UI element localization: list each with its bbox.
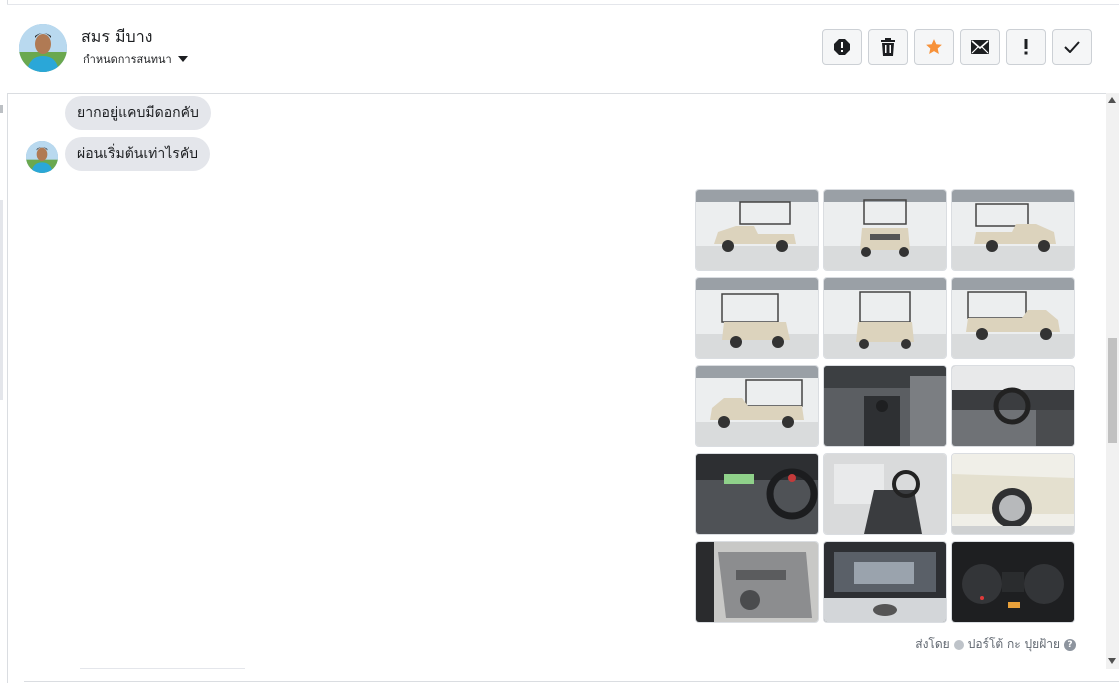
instrument-cluster-photo[interactable] xyxy=(951,541,1075,623)
help-icon[interactable]: ? xyxy=(1064,638,1076,651)
conversation-header: สมร มีบาง กำหนดการสนทนา xyxy=(7,4,1119,94)
photo-gallery xyxy=(695,189,1075,623)
contact-avatar[interactable] xyxy=(19,24,67,72)
agent-name[interactable]: ปอร์โต้ กะ ปุยฝ้าย xyxy=(968,635,1060,654)
car-photo-left-side[interactable] xyxy=(695,365,819,447)
engine-bay-photo[interactable] xyxy=(823,541,947,623)
mail-icon xyxy=(971,40,989,54)
delete-button[interactable] xyxy=(868,29,908,65)
message-bubble: ผ่อนเริ่มต้นเท่าไรคับ xyxy=(65,137,211,171)
message-thread: ยากอยู่แคบมีดอกคับ ผ่อนเริ่มต้นเท่าไรคับ xyxy=(7,93,1106,669)
conversation-actions xyxy=(822,29,1092,65)
exclamation-icon xyxy=(1024,39,1028,55)
spam-icon xyxy=(834,39,850,55)
bottom-divider xyxy=(24,681,1119,682)
car-photo-front-left[interactable] xyxy=(695,189,819,271)
scroll-down-arrow-icon[interactable] xyxy=(1108,658,1116,664)
assign-label: กำหนดการสนทนา xyxy=(83,53,172,66)
sent-by-info: ส่งโดย ปอร์โต้ กะ ปุยฝ้าย ? xyxy=(915,635,1076,654)
left-edge-scroll-track xyxy=(0,200,3,400)
car-photo-wheel[interactable] xyxy=(951,453,1075,535)
sent-by-label: ส่งโดย xyxy=(915,637,950,651)
check-icon xyxy=(1064,41,1080,53)
car-photo-front[interactable] xyxy=(823,189,947,271)
car-photo-front-right[interactable] xyxy=(951,189,1075,271)
mark-spam-button[interactable] xyxy=(822,29,862,65)
message-bubble: ยากอยู่แคบมีดอกคับ xyxy=(65,96,211,130)
interior-photo-seats[interactable] xyxy=(823,453,947,535)
scroll-thumb[interactable] xyxy=(1108,338,1117,443)
page-icon xyxy=(953,639,964,650)
thread-scrollbar[interactable] xyxy=(1106,93,1119,669)
contact-name: สมร มีบาง xyxy=(81,27,153,46)
left-edge-tick xyxy=(0,105,3,113)
contact-avatar-small xyxy=(26,141,58,173)
divider xyxy=(80,668,245,669)
chevron-down-icon xyxy=(177,56,188,62)
star-button[interactable] xyxy=(914,29,954,65)
assign-conversation-dropdown[interactable]: กำหนดการสนทนา xyxy=(83,50,188,68)
interior-photo-steering[interactable] xyxy=(695,453,819,535)
car-photo-rear-left[interactable] xyxy=(695,277,819,359)
car-photo-right-side[interactable] xyxy=(951,277,1075,359)
car-photo-rear[interactable] xyxy=(823,277,947,359)
interior-photo-dashboard[interactable] xyxy=(951,365,1075,447)
scroll-up-arrow-icon[interactable] xyxy=(1108,97,1116,103)
interior-photo-door[interactable] xyxy=(695,541,819,623)
mark-done-button[interactable] xyxy=(1052,29,1092,65)
mark-unread-button[interactable] xyxy=(960,29,1000,65)
follow-up-button[interactable] xyxy=(1006,29,1046,65)
star-icon xyxy=(926,39,942,54)
trash-icon xyxy=(881,38,895,56)
interior-photo-shifter[interactable] xyxy=(823,365,947,447)
